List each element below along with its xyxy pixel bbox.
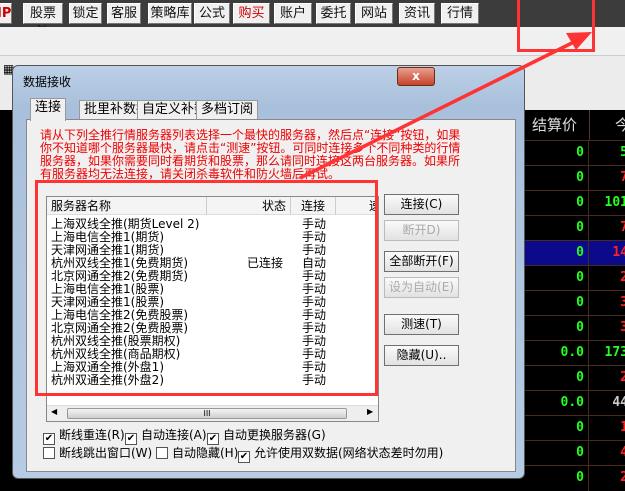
annotation-arrow-icon [299, 32, 592, 180]
tab-connect[interactable]: 连接 [30, 98, 67, 121]
